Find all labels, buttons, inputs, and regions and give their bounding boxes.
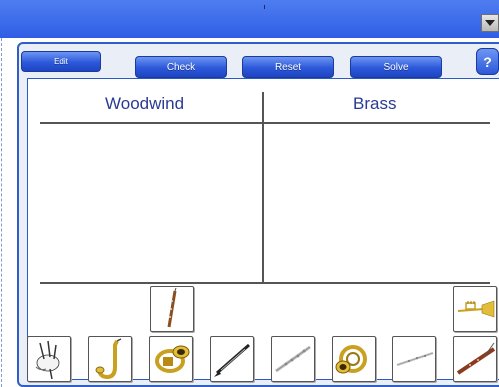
- bagpipe-card[interactable]: [27, 336, 71, 382]
- saxophone-card[interactable]: [88, 336, 132, 382]
- trumpet-icon: [457, 300, 495, 318]
- title-bar-marker: [264, 5, 265, 9]
- sousaphone-icon: [155, 345, 190, 373]
- french-horn-icon: [335, 345, 367, 374]
- help-icon: ?: [483, 53, 492, 70]
- flute-silver-card[interactable]: [271, 336, 315, 382]
- bassoon-card[interactable]: [453, 336, 497, 382]
- column-divider: [262, 92, 264, 282]
- header-divider: [40, 122, 490, 124]
- chevron-down-icon: [485, 14, 495, 32]
- flute-icon: [275, 345, 311, 373]
- tray-divider: [40, 282, 490, 284]
- sousaphone-card[interactable]: [149, 336, 193, 382]
- woodwind-column-title: Woodwind: [105, 94, 185, 113]
- clarinet-icon: [214, 343, 250, 377]
- french-horn-card[interactable]: [332, 336, 376, 382]
- brass-column-title: Brass: [353, 94, 397, 113]
- check-button[interactable]: Check: [135, 56, 227, 78]
- trumpet-card[interactable]: [453, 286, 497, 332]
- selection-border: [1, 38, 2, 387]
- edit-button[interactable]: Edit: [21, 51, 101, 72]
- oboe-icon: [167, 287, 177, 328]
- bagpipe-icon: [35, 340, 60, 380]
- piccolo-icon: [396, 351, 434, 367]
- help-button[interactable]: ?: [476, 48, 499, 75]
- oboe-card[interactable]: [150, 286, 194, 332]
- piccolo-card[interactable]: [392, 336, 436, 382]
- window-menu-dropdown[interactable]: [481, 14, 499, 32]
- window-title-bar: [0, 0, 499, 38]
- bassoon-icon: [456, 342, 496, 375]
- reset-button[interactable]: Reset: [242, 56, 334, 78]
- solve-button[interactable]: Solve: [350, 56, 442, 78]
- clarinet-card[interactable]: [210, 336, 254, 382]
- saxophone-icon: [95, 338, 122, 380]
